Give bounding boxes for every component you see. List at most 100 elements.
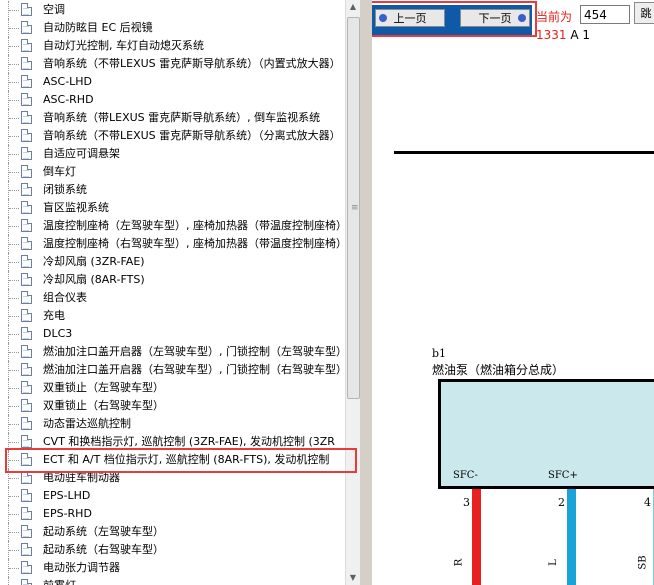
tree-item-label: EPS-LHD <box>43 489 91 502</box>
wire <box>567 489 576 585</box>
tree-connector <box>8 289 21 307</box>
tree-item-label: 电动驻车制动器 <box>43 471 120 484</box>
tree-item[interactable]: 双重锁止（右驾驶车型） <box>0 397 345 415</box>
tree-connector <box>8 163 21 181</box>
tree-connector <box>8 523 21 541</box>
tree-connector <box>8 379 21 397</box>
tree-item-label: ASC-LHD <box>43 75 93 88</box>
document-icon <box>21 219 32 232</box>
document-icon <box>21 579 32 585</box>
tree-item-label: 音响系统（不带LEXUS 雷克萨斯导航系统）（内置式放大器） <box>43 57 341 70</box>
pin-number: 4 <box>644 496 651 509</box>
wire <box>472 489 481 585</box>
tree-connector <box>8 271 21 289</box>
tree-connector <box>8 397 21 415</box>
tree-item-label: 起动系统（右驾驶车型） <box>43 543 164 556</box>
document-icon <box>21 399 32 412</box>
tree-item[interactable]: 盲区监视系统 <box>0 199 345 217</box>
tree-item[interactable]: 温度控制座椅（左驾驶车型）, 座椅加热器（带温度控制座椅） <box>0 217 345 235</box>
document-icon <box>21 129 32 142</box>
tree-item[interactable]: 电动张力调节器 <box>0 559 345 577</box>
scroll-down-arrow-icon[interactable]: ▼ <box>346 571 360 585</box>
tree-item-label: 盲区监视系统 <box>43 201 109 214</box>
pin-number: 3 <box>463 496 470 509</box>
document-icon <box>21 417 32 430</box>
tree-item[interactable]: 起动系统（左驾驶车型） <box>0 523 345 541</box>
tree-item-label: 音响系统（带LEXUS 雷克萨斯导航系统）, 倒车监视系统 <box>43 111 321 124</box>
tree-item-label: 组合仪表 <box>43 291 87 304</box>
component-ref: b1 <box>432 347 447 360</box>
scroll-up-arrow-icon[interactable]: ▲ <box>346 0 360 14</box>
tree-item-label: 自动灯光控制, 车灯自动熄灭系统 <box>43 39 204 52</box>
tree-item-label: 闭锁系统 <box>43 183 87 196</box>
tree-item-label: 空调 <box>43 3 65 16</box>
scroll-thumb[interactable]: ≡ <box>347 17 360 399</box>
tree-item[interactable]: 组合仪表 <box>0 289 345 307</box>
tree-item-label: 冷却风扇 (8AR-FTS) <box>43 273 145 286</box>
document-icon <box>21 237 32 250</box>
tree-item[interactable]: 动态雷达巡航控制 <box>0 415 345 433</box>
tree-item[interactable]: 燃油加注口盖开启器（右驾驶车型）, 门锁控制（右驾驶车型） <box>0 361 345 379</box>
tree-item-label: DLC3 <box>43 327 73 340</box>
tree-connector <box>8 91 21 109</box>
tree-item-label: ASC-RHD <box>43 93 94 106</box>
tree-item-label: 自适应可调悬架 <box>43 147 120 160</box>
tree-connector <box>8 1 21 19</box>
tree-item[interactable]: 自适应可调悬架 <box>0 145 345 163</box>
document-icon <box>21 525 32 538</box>
panel-splitter[interactable] <box>360 0 372 585</box>
tree-item[interactable]: 起动系统（右驾驶车型） <box>0 541 345 559</box>
tree-item[interactable]: 音响系统（不带LEXUS 雷克萨斯导航系统）（分离式放大器） <box>0 127 345 145</box>
go-button[interactable]: 跳 <box>634 2 654 24</box>
tree-connector <box>8 235 21 253</box>
selected-item-highlight <box>5 448 357 473</box>
tree-item-label: CVT 和换档指示灯, 巡航控制 (3ZR-FAE), 发动机控制 (3ZR <box>43 435 335 448</box>
tree-item[interactable]: 冷却风扇 (8AR-FTS) <box>0 271 345 289</box>
tree-connector <box>8 217 21 235</box>
wire-color-label: L <box>547 559 559 566</box>
wire-color-label: R <box>453 558 465 567</box>
tree-item[interactable]: EPS-LHD <box>0 487 345 505</box>
page-navigation-bar: 上一页 下一页 当前为 跳 1331 A 1 <box>372 0 654 42</box>
tree-item[interactable]: DLC3 <box>0 325 345 343</box>
tree-item[interactable]: 双重锁止（左驾驶车型） <box>0 379 345 397</box>
tree-item[interactable]: 音响系统（带LEXUS 雷克萨斯导航系统）, 倒车监视系统 <box>0 109 345 127</box>
scroll-grip-icon: ≡ <box>351 203 359 213</box>
tree-item[interactable]: 温度控制座椅（右驾驶车型）, 座椅加热器（带温度控制座椅） <box>0 235 345 253</box>
tree-item-label: 温度控制座椅（右驾驶车型）, 座椅加热器（带温度控制座椅） <box>43 237 345 250</box>
tree-connector <box>8 55 21 73</box>
tree-item-label: 动态雷达巡航控制 <box>43 417 131 430</box>
tree-item[interactable]: 空调 <box>0 1 345 19</box>
tree-item-label: 自动防眩目 EC 后视镜 <box>43 21 153 34</box>
tree-connector <box>8 325 21 343</box>
document-icon <box>21 57 32 70</box>
document-viewer: 上一页 下一页 当前为 跳 1331 A 1 b1 燃油泵（燃油箱分总成） SF… <box>372 0 654 585</box>
tree-item[interactable]: 自动防眩目 EC 后视镜 <box>0 19 345 37</box>
tree-item[interactable]: ASC-RHD <box>0 91 345 109</box>
tree-connector <box>8 19 21 37</box>
tree-item[interactable]: 音响系统（不带LEXUS 雷克萨斯导航系统）（内置式放大器） <box>0 55 345 73</box>
tree-item[interactable]: EPS-RHD <box>0 505 345 523</box>
tree-connector <box>8 199 21 217</box>
tree-item[interactable]: 前雾灯 <box>0 577 345 585</box>
tree-item[interactable]: 自动灯光控制, 车灯自动熄灭系统 <box>0 37 345 55</box>
current-page-label: 当前为 <box>536 10 573 24</box>
document-icon <box>21 165 32 178</box>
tree-item[interactable]: ASC-LHD <box>0 73 345 91</box>
document-icon <box>21 255 32 268</box>
document-icon <box>21 561 32 574</box>
page-info: 1331 A 1 <box>536 28 590 42</box>
tree-item[interactable]: 冷却风扇 (3ZR-FAE) <box>0 253 345 271</box>
tree-item-label: 燃油加注口盖开启器（右驾驶车型）, 门锁控制（右驾驶车型） <box>43 363 345 376</box>
tree-item-label: 起动系统（左驾驶车型） <box>43 525 164 538</box>
tree-item-label: 前雾灯 <box>43 579 76 585</box>
tree-item-label: 冷却风扇 (3ZR-FAE) <box>43 255 145 268</box>
tree-scrollbar[interactable]: ▲ ≡ ▼ <box>345 0 360 585</box>
tree-connector <box>8 577 21 585</box>
page-number-input[interactable] <box>580 5 630 24</box>
nav-highlight-box <box>372 1 537 37</box>
tree-item[interactable]: 倒车灯 <box>0 163 345 181</box>
tree-item[interactable]: 闭锁系统 <box>0 181 345 199</box>
tree-item[interactable]: 充电 <box>0 307 345 325</box>
tree-item[interactable]: 燃油加注口盖开启器（左驾驶车型）, 门锁控制（左驾驶车型） <box>0 343 345 361</box>
